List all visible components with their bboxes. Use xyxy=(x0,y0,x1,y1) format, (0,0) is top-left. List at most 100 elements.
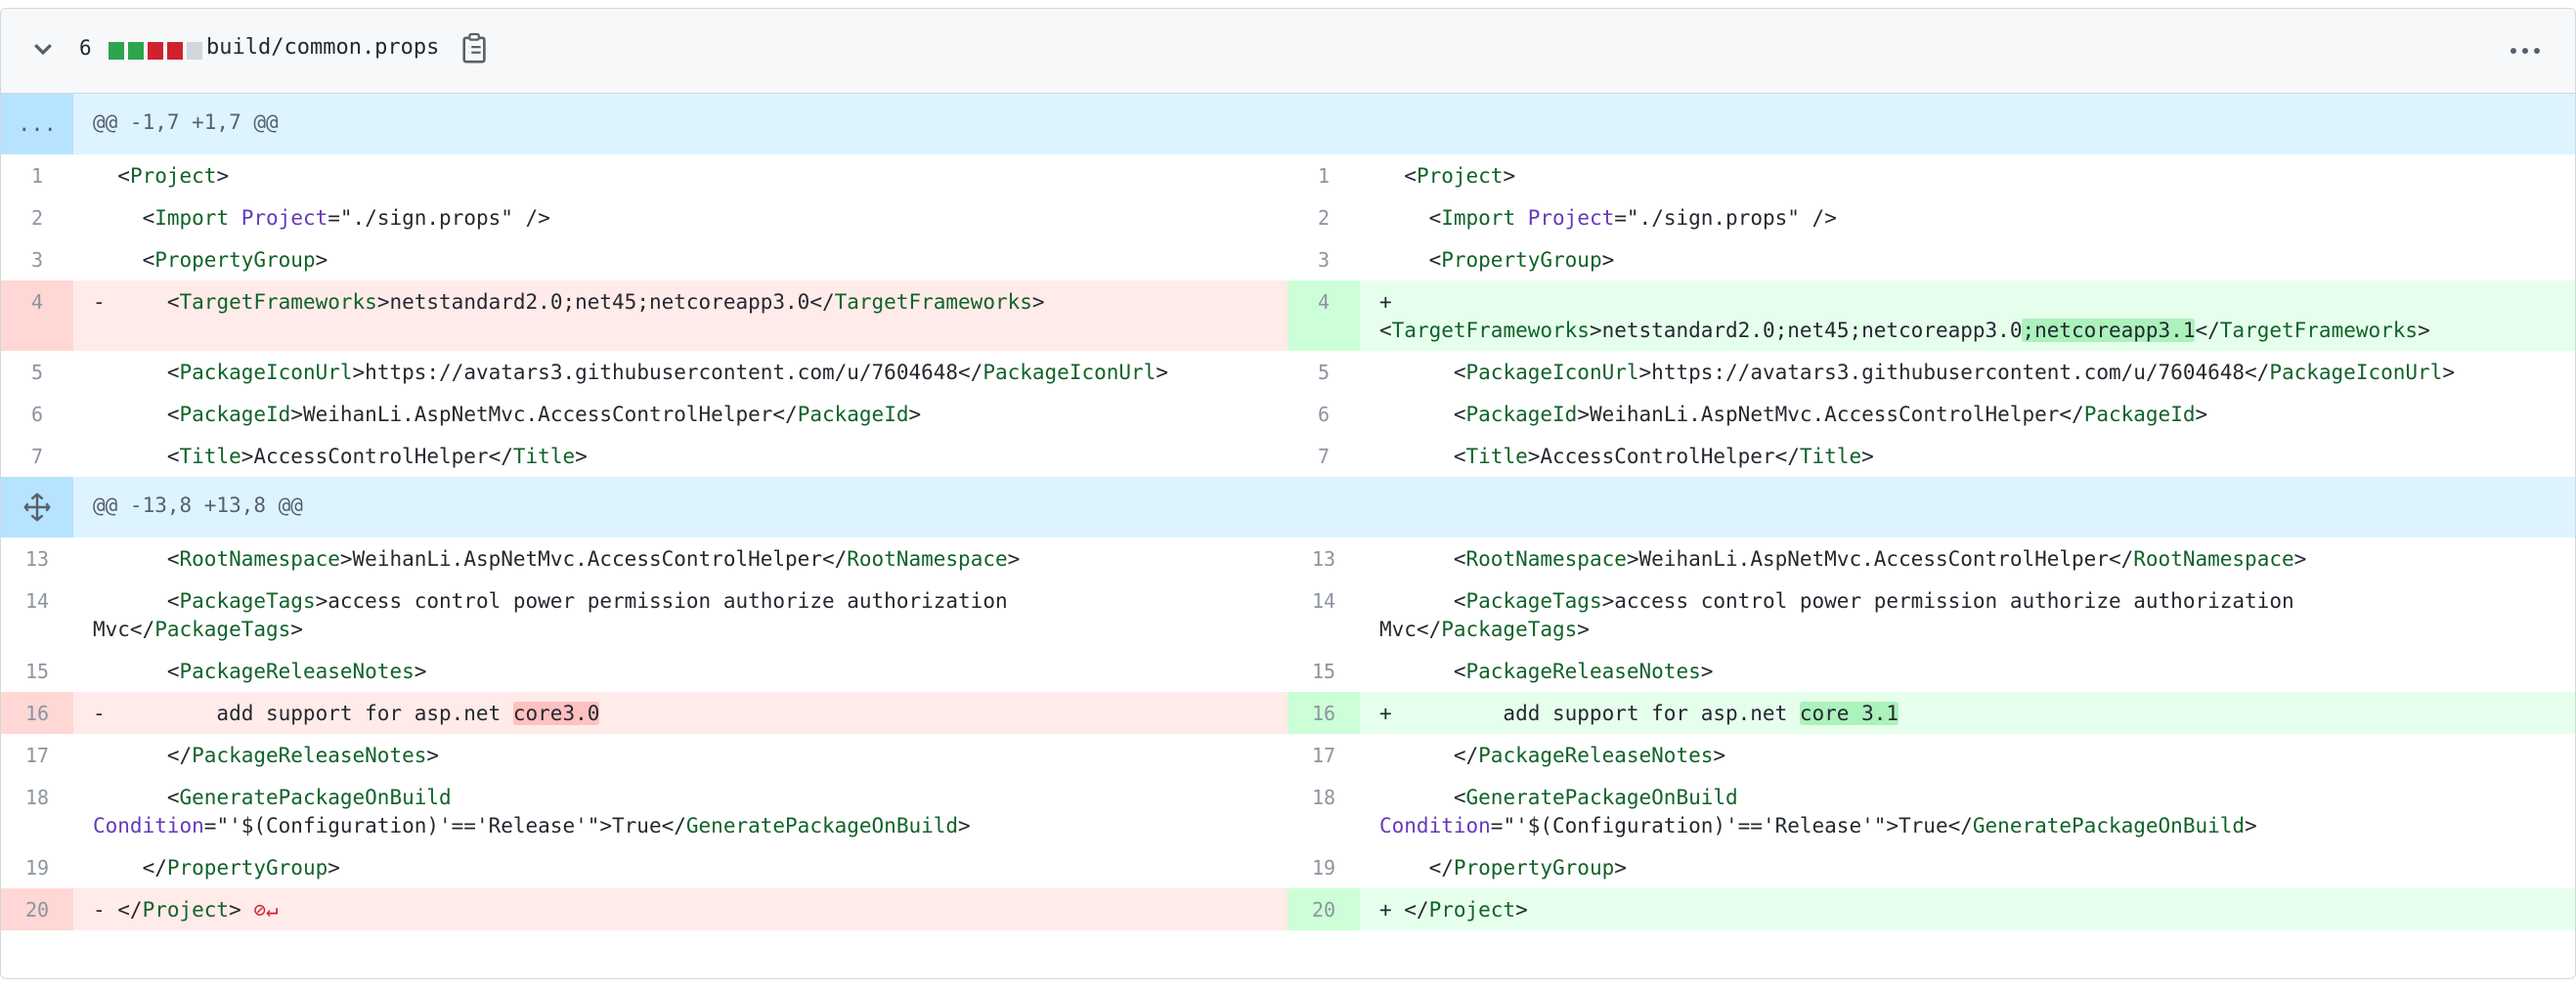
right-line: 15 <PackageReleaseNotes> xyxy=(1288,650,2575,692)
diff-row: 5 <PackageIconUrl>https://avatars3.githu… xyxy=(1,351,2575,393)
code-line: <Import Project="./sign.props" /> xyxy=(93,206,550,230)
left-line: 19 </PropertyGroup> xyxy=(1,846,1288,888)
left-line: 16- add support for asp.net core3.0 xyxy=(1,692,1288,734)
diff-row: 6 <PackageId>WeihanLi.AspNetMvc.AccessCo… xyxy=(1,393,2575,435)
code-line: <PackageIconUrl>https://avatars3.githubu… xyxy=(93,361,1168,384)
line-number[interactable]: 4 xyxy=(1288,280,1360,351)
line-number[interactable]: 18 xyxy=(1,776,73,846)
left-line: 5 <PackageIconUrl>https://avatars3.githu… xyxy=(1,351,1288,393)
line-number[interactable]: 7 xyxy=(1288,435,1360,477)
left-line: 1 <Project> xyxy=(1,154,1288,196)
line-number[interactable]: 15 xyxy=(1288,650,1360,692)
kebab-horizontal-icon[interactable] xyxy=(2509,46,2542,56)
diff-row: 4- <TargetFrameworks>netstandard2.0;net4… xyxy=(1,280,2575,351)
line-number[interactable]: 1 xyxy=(1,154,73,196)
diffstat xyxy=(109,42,202,60)
line-number[interactable]: 13 xyxy=(1288,537,1360,579)
line-number[interactable]: 2 xyxy=(1288,196,1360,238)
split-diff-table: ... @@ -1,7 +1,7 @@ 1 <Project> 1 <Project>… xyxy=(1,94,2575,930)
hunk-header: ... @@ -1,7 +1,7 @@ xyxy=(1,94,2575,154)
code-line: <PropertyGroup> xyxy=(1379,248,1615,272)
diff-row: 17 </PackageReleaseNotes> 17 </PackageRel… xyxy=(1,734,2575,776)
code-line: <RootNamespace>WeihanLi.AspNetMvc.Access… xyxy=(93,547,1021,571)
line-number[interactable]: 1 xyxy=(1288,154,1360,196)
code-line: - <TargetFrameworks>netstandard2.0;net45… xyxy=(73,280,1288,351)
code-line: </PropertyGroup> xyxy=(1379,856,1627,880)
expand-icon[interactable] xyxy=(1,477,73,537)
left-line: 7 <Title>AccessControlHelper</Title> xyxy=(1,435,1288,477)
line-number[interactable]: 20 xyxy=(1288,888,1360,930)
line-number[interactable]: 6 xyxy=(1288,393,1360,435)
code-line: <Title>AccessControlHelper</Title> xyxy=(1379,445,1874,468)
diff-row: 3 <PropertyGroup> 3 <PropertyGroup> xyxy=(1,238,2575,280)
right-line: 6 <PackageId>WeihanLi.AspNetMvc.AccessCo… xyxy=(1288,393,2575,435)
expand-context-button[interactable]: ... xyxy=(1,94,73,154)
line-number[interactable]: 18 xyxy=(1288,776,1360,846)
code-line: </PackageReleaseNotes> xyxy=(93,744,440,767)
line-number[interactable]: 20 xyxy=(1,888,73,930)
line-number[interactable]: 4 xyxy=(1,280,73,351)
code-line: <Project> xyxy=(93,164,230,188)
clipboard-icon[interactable] xyxy=(460,32,490,65)
change-count: 6 xyxy=(79,36,92,60)
no-newline-icon: ⊘↵ xyxy=(253,898,279,922)
left-line: 14 <PackageTags>access control power per… xyxy=(1,579,1288,650)
diffstat-block xyxy=(187,42,202,60)
code-line: <PropertyGroup> xyxy=(93,248,328,272)
code-line: + add support for asp.net core 3.1 xyxy=(1360,692,2575,734)
left-line: 3 <PropertyGroup> xyxy=(1,238,1288,280)
left-line: 20- </Project> ⊘↵ xyxy=(1,888,1288,930)
left-line: 6 <PackageId>WeihanLi.AspNetMvc.AccessCo… xyxy=(1,393,1288,435)
diff-row: 13 <RootNamespace>WeihanLi.AspNetMvc.Acc… xyxy=(1,537,2575,579)
right-line: 20 + </Project> xyxy=(1288,888,2575,930)
left-line: 18 <GeneratePackageOnBuild Condition="'$… xyxy=(1,776,1288,846)
diffstat-block xyxy=(128,42,144,60)
line-number[interactable]: 7 xyxy=(1,435,73,477)
line-number[interactable]: 19 xyxy=(1,846,73,888)
line-number[interactable]: 14 xyxy=(1,579,73,650)
code-line: + </Project> xyxy=(1360,888,2575,930)
left-line: 17 </PackageReleaseNotes> xyxy=(1,734,1288,776)
code-line: <PackageReleaseNotes> xyxy=(1379,660,1714,683)
line-number[interactable]: 17 xyxy=(1288,734,1360,776)
chevron-down-icon[interactable] xyxy=(30,36,56,62)
line-number[interactable]: 3 xyxy=(1,238,73,280)
diff-row: 20- </Project> ⊘↵ 20 + </Project> xyxy=(1,888,2575,930)
diff-row: 16- add support for asp.net core3.0 16 + a… xyxy=(1,692,2575,734)
left-line: 2 <Import Project="./sign.props" /> xyxy=(1,196,1288,238)
code-line: + <TargetFrameworks>netstandard2.0;net45… xyxy=(1360,280,2575,351)
code-line: <PackageIconUrl>https://avatars3.githubu… xyxy=(1379,361,2455,384)
code-line: <PackageTags>access control power permis… xyxy=(1379,589,2294,641)
line-number[interactable]: 2 xyxy=(1,196,73,238)
code-line: <GeneratePackageOnBuild Condition="'$(Co… xyxy=(1379,786,2257,837)
diff-row: 18 <GeneratePackageOnBuild Condition="'$… xyxy=(1,776,2575,846)
line-number[interactable]: 6 xyxy=(1,393,73,435)
code-line: <PackageTags>access control power permis… xyxy=(93,589,1008,641)
file-header: 6 build/common.props xyxy=(1,9,2575,94)
right-line: 18 <GeneratePackageOnBuild Condition="'$… xyxy=(1288,776,2575,846)
right-line: 4 + <TargetFrameworks>netstandard2.0;net4… xyxy=(1288,280,2575,351)
line-number[interactable]: 5 xyxy=(1,351,73,393)
file-path[interactable]: build/common.props xyxy=(206,35,439,60)
line-number[interactable]: 19 xyxy=(1288,846,1360,888)
diff-row: 7 <Title>AccessControlHelper</Title> 7 <T… xyxy=(1,435,2575,477)
line-number[interactable]: 5 xyxy=(1288,351,1360,393)
right-line: 17 </PackageReleaseNotes> xyxy=(1288,734,2575,776)
right-line: 3 <PropertyGroup> xyxy=(1288,238,2575,280)
right-line: 5 <PackageIconUrl>https://avatars3.githu… xyxy=(1288,351,2575,393)
line-number[interactable]: 14 xyxy=(1288,579,1360,650)
code-line: - </Project> ⊘↵ xyxy=(73,888,1288,930)
right-line: 19 </PropertyGroup> xyxy=(1288,846,2575,888)
left-line: 13 <RootNamespace>WeihanLi.AspNetMvc.Acc… xyxy=(1,537,1288,579)
left-line: 4- <TargetFrameworks>netstandard2.0;net4… xyxy=(1,280,1288,351)
line-number[interactable]: 16 xyxy=(1,692,73,734)
line-number[interactable]: 3 xyxy=(1288,238,1360,280)
right-line: 1 <Project> xyxy=(1288,154,2575,196)
line-number[interactable]: 13 xyxy=(1,537,73,579)
line-number[interactable]: 17 xyxy=(1,734,73,776)
line-number[interactable]: 16 xyxy=(1288,692,1360,734)
right-line: 7 <Title>AccessControlHelper</Title> xyxy=(1288,435,2575,477)
right-line: 2 <Import Project="./sign.props" /> xyxy=(1288,196,2575,238)
line-number[interactable]: 15 xyxy=(1,650,73,692)
code-line: <RootNamespace>WeihanLi.AspNetMvc.Access… xyxy=(1379,547,2307,571)
